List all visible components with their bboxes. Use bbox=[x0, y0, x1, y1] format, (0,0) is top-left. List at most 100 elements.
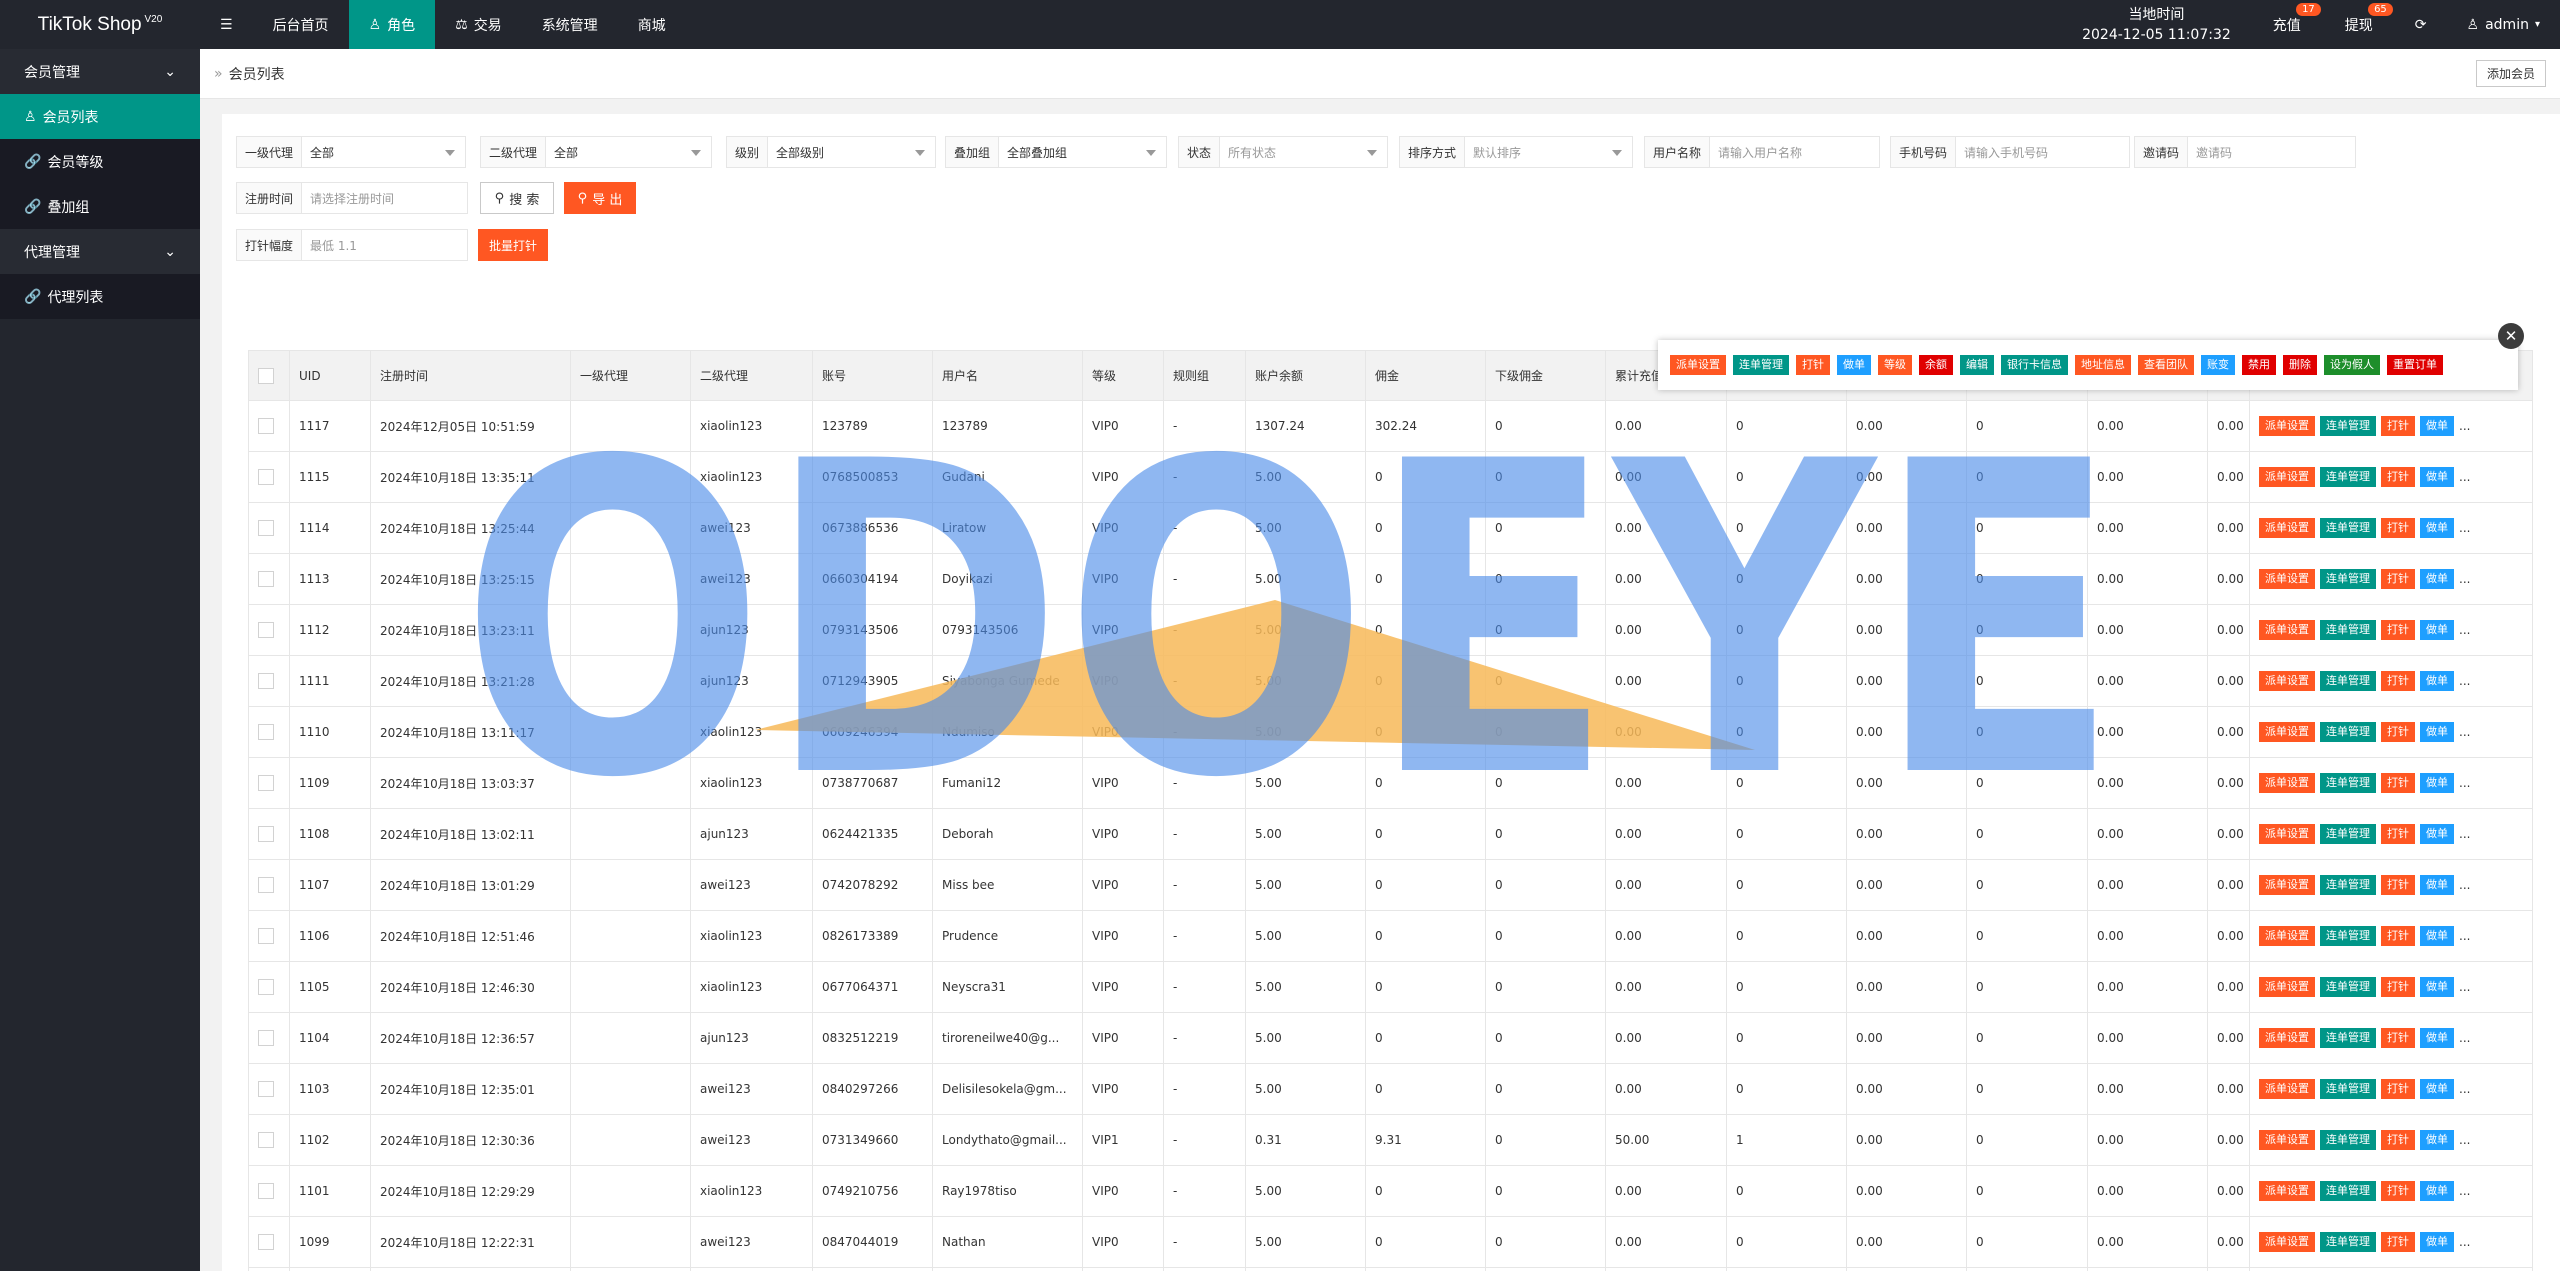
batch-needle-button[interactable]: 批量打针 bbox=[478, 229, 548, 261]
agent1-select[interactable]: 一级代理 全部 bbox=[236, 136, 466, 168]
menu-toggle-button[interactable]: ☰ bbox=[200, 0, 253, 49]
row-action-button[interactable]: 连单管理 bbox=[2320, 722, 2376, 742]
row-action-button[interactable]: 打针 bbox=[2381, 416, 2415, 436]
row-action-button[interactable]: 打针 bbox=[2381, 467, 2415, 487]
row-action-button[interactable]: 打针 bbox=[2381, 671, 2415, 691]
row-action-button[interactable]: 派单设置 bbox=[2259, 773, 2315, 793]
row-action-button[interactable]: 连单管理 bbox=[2320, 416, 2376, 436]
row-action-button[interactable]: 派单设置 bbox=[2259, 977, 2315, 997]
row-checkbox[interactable] bbox=[258, 826, 274, 842]
more-actions-button[interactable]: ... bbox=[2459, 1133, 2470, 1147]
more-actions-button[interactable]: ... bbox=[2459, 572, 2470, 586]
more-actions-button[interactable]: ... bbox=[2459, 521, 2470, 535]
popup-action-button[interactable]: 打针 bbox=[1796, 355, 1830, 375]
popup-action-button[interactable]: 做单 bbox=[1837, 355, 1871, 375]
popup-action-button[interactable]: 余额 bbox=[1919, 355, 1953, 375]
row-action-button[interactable]: 派单设置 bbox=[2259, 875, 2315, 895]
row-action-button[interactable]: 打针 bbox=[2381, 1028, 2415, 1048]
row-checkbox[interactable] bbox=[258, 1081, 274, 1097]
row-action-button[interactable]: 连单管理 bbox=[2320, 1079, 2376, 1099]
row-action-button[interactable]: 打针 bbox=[2381, 926, 2415, 946]
row-action-button[interactable]: 连单管理 bbox=[2320, 926, 2376, 946]
row-action-button[interactable]: 派单设置 bbox=[2259, 569, 2315, 589]
row-action-button[interactable]: 做单 bbox=[2420, 467, 2454, 487]
row-action-button[interactable]: 做单 bbox=[2420, 773, 2454, 793]
row-action-button[interactable]: 连单管理 bbox=[2320, 1028, 2376, 1048]
popup-action-button[interactable]: 删除 bbox=[2283, 355, 2317, 375]
sidebar-item[interactable]: 🔗 会员等级 bbox=[0, 139, 200, 184]
row-action-button[interactable]: 派单设置 bbox=[2259, 518, 2315, 538]
row-action-button[interactable]: 打针 bbox=[2381, 773, 2415, 793]
row-action-button[interactable]: 连单管理 bbox=[2320, 671, 2376, 691]
more-actions-button[interactable]: ... bbox=[2459, 1184, 2470, 1198]
popup-action-button[interactable]: 账变 bbox=[2201, 355, 2235, 375]
row-action-button[interactable]: 打针 bbox=[2381, 824, 2415, 844]
row-checkbox[interactable] bbox=[258, 622, 274, 638]
row-action-button[interactable]: 打针 bbox=[2381, 1130, 2415, 1150]
nav-item[interactable]: 商城 bbox=[618, 0, 686, 49]
invite-code-input[interactable]: 邀请码 邀请码 bbox=[2134, 136, 2356, 168]
more-actions-button[interactable]: ... bbox=[2459, 776, 2470, 790]
row-action-button[interactable]: 打针 bbox=[2381, 620, 2415, 640]
row-action-button[interactable]: 连单管理 bbox=[2320, 977, 2376, 997]
more-actions-button[interactable]: ... bbox=[2459, 725, 2470, 739]
popup-action-button[interactable]: 查看团队 bbox=[2138, 355, 2194, 375]
row-action-button[interactable]: 打针 bbox=[2381, 875, 2415, 895]
row-action-button[interactable]: 打针 bbox=[2381, 722, 2415, 742]
more-actions-button[interactable]: ... bbox=[2459, 674, 2470, 688]
row-checkbox[interactable] bbox=[258, 418, 274, 434]
row-action-button[interactable]: 打针 bbox=[2381, 569, 2415, 589]
more-actions-button[interactable]: ... bbox=[2459, 827, 2470, 841]
row-action-button[interactable]: 连单管理 bbox=[2320, 569, 2376, 589]
row-action-button[interactable]: 做单 bbox=[2420, 1181, 2454, 1201]
sidebar-item[interactable]: ♙ 会员列表 bbox=[0, 94, 200, 139]
register-time-input[interactable]: 注册时间 请选择注册时间 bbox=[236, 182, 468, 214]
row-action-button[interactable]: 做单 bbox=[2420, 671, 2454, 691]
popup-action-button[interactable]: 等级 bbox=[1878, 355, 1912, 375]
select-all-checkbox[interactable] bbox=[258, 367, 274, 384]
row-checkbox[interactable] bbox=[258, 1030, 274, 1046]
recharge-button[interactable]: 充值 17 bbox=[2251, 0, 2323, 49]
username-input[interactable]: 用户名称 请输入用户名称 bbox=[1644, 136, 1880, 168]
row-action-button[interactable]: 做单 bbox=[2420, 1079, 2454, 1099]
nav-item[interactable]: ⚖ 交易 bbox=[435, 0, 522, 49]
close-popup-button[interactable]: ✕ bbox=[2498, 323, 2524, 349]
row-action-button[interactable]: 打针 bbox=[2381, 1079, 2415, 1099]
row-action-button[interactable]: 派单设置 bbox=[2259, 467, 2315, 487]
level-select[interactable]: 级别 全部级别 bbox=[726, 136, 936, 168]
column-header[interactable] bbox=[248, 350, 290, 401]
row-action-button[interactable]: 做单 bbox=[2420, 722, 2454, 742]
more-actions-button[interactable]: ... bbox=[2459, 1082, 2470, 1096]
more-actions-button[interactable]: ... bbox=[2459, 1235, 2470, 1249]
popup-action-button[interactable]: 禁用 bbox=[2242, 355, 2276, 375]
nav-item[interactable]: ♙ 角色 bbox=[348, 0, 436, 49]
row-checkbox[interactable] bbox=[258, 1183, 274, 1199]
more-actions-button[interactable]: ... bbox=[2459, 419, 2470, 433]
sidebar-item[interactable]: 🔗 叠加组 bbox=[0, 184, 200, 229]
row-checkbox[interactable] bbox=[258, 520, 274, 536]
row-action-button[interactable]: 做单 bbox=[2420, 1232, 2454, 1252]
popup-action-button[interactable]: 银行卡信息 bbox=[2001, 355, 2068, 375]
agent2-select[interactable]: 二级代理 全部 bbox=[480, 136, 712, 168]
refresh-button[interactable]: ⟳ bbox=[2395, 0, 2447, 49]
more-actions-button[interactable]: ... bbox=[2459, 623, 2470, 637]
needle-range-input[interactable]: 打针幅度 最低 1.1 bbox=[236, 229, 468, 261]
row-action-button[interactable]: 连单管理 bbox=[2320, 1130, 2376, 1150]
phone-input[interactable]: 手机号码 请输入手机号码 bbox=[1890, 136, 2130, 168]
popup-action-button[interactable]: 重置订单 bbox=[2387, 355, 2443, 375]
row-checkbox[interactable] bbox=[258, 928, 274, 944]
row-action-button[interactable]: 派单设置 bbox=[2259, 620, 2315, 640]
row-action-button[interactable]: 做单 bbox=[2420, 824, 2454, 844]
row-action-button[interactable]: 做单 bbox=[2420, 518, 2454, 538]
row-action-button[interactable]: 派单设置 bbox=[2259, 1130, 2315, 1150]
more-actions-button[interactable]: ... bbox=[2459, 929, 2470, 943]
more-actions-button[interactable]: ... bbox=[2459, 1031, 2470, 1045]
sidebar-group[interactable]: 会员管理 ⌄ bbox=[0, 49, 200, 94]
search-button[interactable]: ⚲ 搜 索 bbox=[480, 182, 554, 214]
brand-logo[interactable]: TikTok Shop V20 bbox=[0, 0, 200, 49]
popup-action-button[interactable]: 地址信息 bbox=[2075, 355, 2131, 375]
user-menu[interactable]: ♙ admin ▾ bbox=[2447, 0, 2560, 49]
row-action-button[interactable]: 派单设置 bbox=[2259, 1028, 2315, 1048]
row-action-button[interactable]: 派单设置 bbox=[2259, 722, 2315, 742]
row-action-button[interactable]: 做单 bbox=[2420, 1130, 2454, 1150]
